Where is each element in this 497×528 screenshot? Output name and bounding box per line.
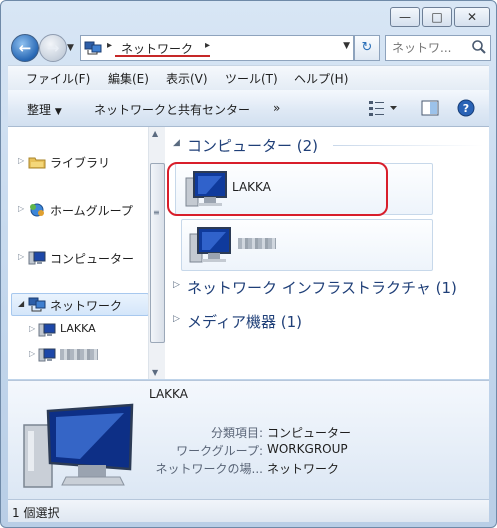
library-icon [28, 157, 46, 169]
title-bar: — □ ✕ [1, 1, 496, 31]
group-title: コンピューター (2) [187, 137, 319, 155]
close-icon: ✕ [466, 10, 478, 24]
network-icon [28, 297, 46, 312]
view-options-icon[interactable] [368, 99, 398, 117]
menu-bar: ファイル(F) 編集(E) 表示(V) ツール(T) ヘルプ(H) [8, 65, 489, 91]
forward-arrow-icon: → [46, 39, 60, 57]
obscured-name [238, 238, 276, 249]
computer-large-icon [23, 403, 134, 488]
navigation-pane: ▷ ライブラリ ▷ ホームグループ ▷ コンピューター ◢ ネットワーク ▷ L… [8, 127, 149, 379]
expand-arrow-icon[interactable]: ▷ [18, 204, 24, 213]
expand-arrow-icon[interactable]: ▷ [173, 280, 180, 290]
address-dropdown-icon[interactable]: ▼ [343, 41, 350, 51]
command-toolbar: 整理 ▼ ネットワークと共有センター » ? [8, 90, 489, 127]
expand-arrow-icon[interactable]: ▷ [29, 349, 35, 358]
scroll-down-icon[interactable]: ▼ [152, 368, 158, 377]
status-bar: 1 個選択 [8, 499, 489, 522]
group-title: ネットワーク インフラストラクチャ (1) [187, 279, 457, 297]
back-button[interactable]: ← [11, 34, 39, 62]
svg-text:?: ? [463, 102, 469, 115]
details-value-category: コンピューター [267, 426, 352, 440]
details-value-workgroup: WORKGROUP [267, 442, 348, 456]
obscured-label [60, 349, 98, 360]
status-text: 1 個選択 [12, 506, 60, 520]
refresh-button[interactable]: ↻ [354, 35, 380, 61]
nav-item-libraries[interactable]: ▷ ライブラリ [8, 151, 148, 173]
group-title: メディア機器 (1) [187, 313, 302, 331]
computer-icon [38, 348, 56, 362]
collapse-arrow-icon[interactable]: ◢ [18, 299, 24, 308]
computer-icon [38, 323, 56, 337]
nav-item-lakka[interactable]: ▷ LAKKA [8, 319, 148, 341]
search-box[interactable] [385, 35, 491, 61]
nav-item-label: ホームグループ [50, 204, 133, 218]
nav-item-obscured-computer[interactable]: ▷ [8, 344, 148, 366]
computer-tile-obscured[interactable] [181, 219, 433, 271]
nav-item-homegroup[interactable]: ▷ ホームグループ [8, 199, 148, 221]
explorer-window: — □ ✕ ← → ▼ ▸ ネットワーク ▸ ▼ ↻ ネットワ... ファイル(… [0, 0, 497, 528]
breadcrumb-separator-icon[interactable]: ▸ [205, 40, 210, 51]
nav-item-label: コンピューター [50, 252, 135, 266]
scrollbar-thumb[interactable] [150, 163, 165, 343]
close-button[interactable]: ✕ [454, 7, 490, 27]
computer-icon [189, 227, 231, 263]
nav-item-label: ライブラリ [50, 156, 111, 170]
chevron-down-icon: ▼ [54, 107, 62, 117]
details-pane: LAKKA 分類項目: コンピューター ワークグループ: WORKGROUP ネ… [8, 380, 489, 499]
network-icon [84, 41, 102, 55]
preview-pane-icon[interactable] [421, 99, 439, 117]
details-value-network-location: ネットワーク [267, 462, 340, 476]
menu-edit[interactable]: 編集(E) [108, 70, 149, 87]
expand-arrow-icon[interactable]: ▷ [173, 314, 180, 324]
nav-item-network[interactable]: ◢ ネットワーク [8, 294, 148, 316]
computer-icon [28, 251, 46, 265]
help-icon[interactable]: ? [457, 99, 475, 117]
refresh-icon: ↻ [361, 40, 373, 55]
maximize-button[interactable]: □ [422, 7, 452, 27]
search-input[interactable] [390, 39, 470, 57]
details-label-workgroup: ワークグループ: [176, 444, 263, 458]
details-label-category: 分類項目: [210, 426, 263, 440]
more-commands-button[interactable]: » [273, 101, 280, 115]
organize-button[interactable]: 整理 ▼ [27, 101, 62, 118]
minimize-button[interactable]: — [390, 7, 420, 27]
address-bar[interactable]: ▸ ネットワーク ▸ ▼ [80, 35, 354, 61]
nav-item-computer[interactable]: ▷ コンピューター [8, 247, 148, 269]
menu-tools[interactable]: ツール(T) [225, 70, 278, 87]
search-icon [472, 40, 486, 54]
scroll-grip-icon: ≡ [153, 208, 160, 217]
annotation-underline [115, 55, 210, 57]
group-header-media-devices[interactable]: ▷ メディア機器 (1) [173, 311, 483, 333]
group-header-computers[interactable]: ◢ コンピューター (2) [173, 135, 483, 157]
expand-arrow-icon[interactable]: ▷ [18, 252, 24, 261]
recent-pages-dropdown-icon[interactable]: ▼ [67, 43, 74, 53]
expand-arrow-icon[interactable]: ▷ [29, 324, 35, 333]
scroll-up-icon[interactable]: ▲ [152, 129, 158, 138]
expand-arrow-icon[interactable]: ▷ [18, 156, 24, 165]
nav-item-label: ネットワーク [50, 299, 123, 313]
annotation-highlight-box [167, 162, 388, 216]
navigation-bar: ← → ▼ ▸ ネットワーク ▸ ▼ ↻ [1, 31, 496, 63]
menu-help[interactable]: ヘルプ(H) [294, 70, 348, 87]
organize-label: 整理 [27, 103, 52, 117]
menu-view[interactable]: 表示(V) [166, 70, 208, 87]
forward-button[interactable]: → [39, 34, 67, 62]
menu-file[interactable]: ファイル(F) [26, 70, 90, 87]
network-sharing-center-button[interactable]: ネットワークと共有センター [94, 101, 250, 118]
group-header-network-infrastructure[interactable]: ▷ ネットワーク インフラストラクチャ (1) [173, 277, 483, 299]
collapse-arrow-icon[interactable]: ◢ [173, 138, 180, 148]
maximize-icon: □ [431, 10, 443, 24]
group-divider [333, 145, 483, 146]
details-name: LAKKA [149, 387, 188, 401]
details-label-network-location: ネットワークの場... [155, 462, 263, 476]
breadcrumb-separator-icon[interactable]: ▸ [107, 40, 112, 51]
nav-scrollbar[interactable]: ▲ ≡ ▼ [148, 127, 165, 379]
back-arrow-icon: ← [18, 39, 32, 57]
nav-item-label: LAKKA [60, 322, 96, 335]
minimize-icon: — [399, 10, 411, 24]
homegroup-icon [30, 203, 44, 217]
